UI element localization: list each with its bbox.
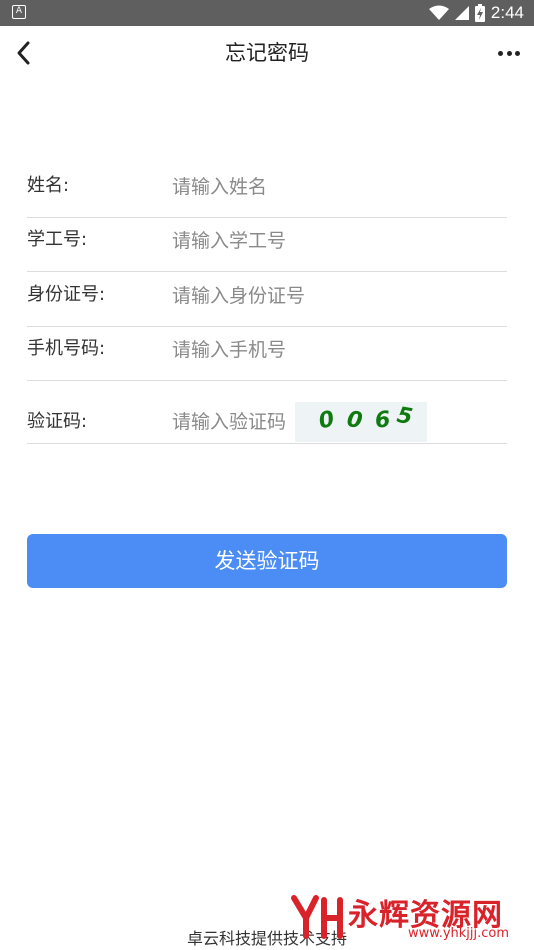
- staff-id-row: 学工号:: [27, 218, 507, 272]
- name-input[interactable]: [172, 172, 502, 202]
- captcha-label: 验证码:: [27, 411, 88, 432]
- page-title: 忘记密码: [225, 41, 309, 65]
- status-time: 2:44: [490, 3, 524, 22]
- captcha-row: 验证码: 0 0 6 5: [27, 402, 507, 444]
- wifi-icon: [428, 5, 449, 20]
- navigation-bar: 忘记密码: [0, 26, 534, 80]
- signal-icon: [454, 6, 469, 20]
- status-bar: A 2:44: [0, 0, 534, 26]
- phone-row: 手机号码:: [27, 327, 507, 381]
- name-row: 姓名:: [27, 164, 507, 218]
- status-icons: 2:44: [428, 3, 524, 23]
- phone-input[interactable]: [172, 335, 502, 365]
- captcha-char: 5: [394, 402, 415, 431]
- captcha-image[interactable]: 0 0 6 5: [295, 402, 427, 442]
- captcha-input[interactable]: [172, 407, 297, 437]
- notification-icon: A: [12, 5, 26, 19]
- phone-label: 手机号码:: [27, 338, 106, 359]
- watermark-url: www.yhkjjj.com: [408, 926, 510, 941]
- staff-id-label: 学工号:: [27, 229, 88, 250]
- battery-charging-icon: [474, 4, 485, 22]
- id-card-label: 身份证号:: [27, 284, 106, 305]
- id-card-input[interactable]: [172, 281, 502, 311]
- captcha-char: 0: [345, 407, 364, 434]
- id-card-row: 身份证号:: [27, 273, 507, 327]
- watermark: 永辉资源网 www.yhkjjj.com: [288, 888, 518, 950]
- captcha-char: 6: [373, 407, 392, 434]
- name-label: 姓名:: [27, 175, 70, 196]
- watermark-logo-icon: [291, 895, 343, 939]
- staff-id-input[interactable]: [172, 226, 502, 256]
- captcha-char: 0: [316, 406, 337, 435]
- send-code-button[interactable]: 发送验证码: [27, 534, 507, 588]
- more-horizontal-icon[interactable]: [498, 44, 520, 62]
